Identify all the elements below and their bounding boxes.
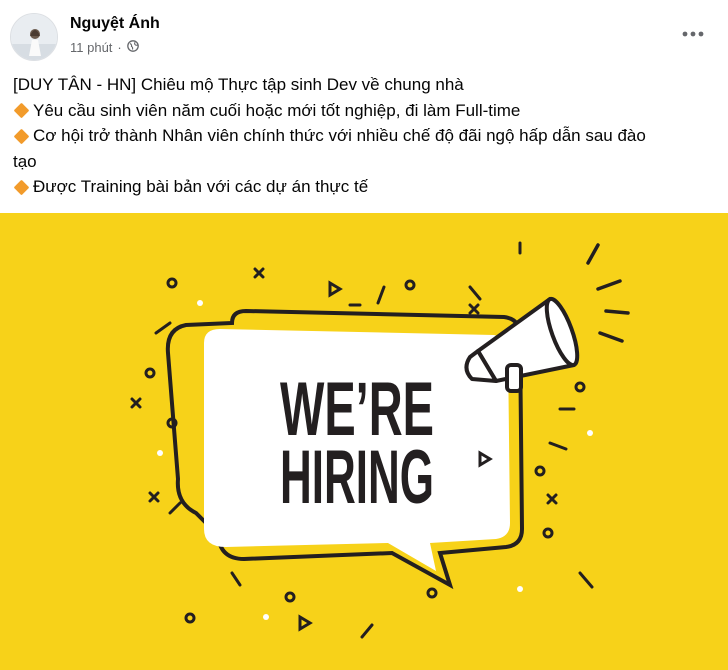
- orange-diamond-icon: [13, 128, 30, 144]
- meta-separator: ·: [117, 40, 122, 55]
- post-line-opportunity: Cơ hội trở thành Nhân viên chính thức vớ…: [13, 123, 713, 149]
- post-line-requirement: Yêu cầu sinh viên năm cuối hoặc mới tốt …: [13, 98, 713, 124]
- orange-diamond-icon: [13, 102, 30, 119]
- hiring-illustration: WE’RE HIRING: [0, 213, 728, 670]
- author-avatar[interactable]: [10, 13, 58, 61]
- requirement-text: Yêu cầu sinh viên năm cuối hoặc mới tốt …: [33, 100, 521, 120]
- more-horizontal-icon[interactable]: [678, 22, 708, 46]
- post-header: Nguyệt Ánh 11 phút ·: [0, 0, 728, 70]
- post-image[interactable]: WE’RE HIRING: [0, 213, 728, 670]
- post-meta: 11 phút ·: [70, 40, 139, 55]
- post-line-opportunity-cont: tạo: [13, 151, 37, 171]
- globe-icon[interactable]: [126, 40, 139, 55]
- post-line-title: [DUY TÂN - HN] Chiêu mộ Thực tập sinh De…: [13, 75, 464, 94]
- opportunity-text: Cơ hội trở thành Nhân viên chính thức vớ…: [33, 126, 646, 145]
- avatar-photo: [11, 14, 57, 60]
- post-time[interactable]: 11 phút: [70, 40, 112, 55]
- post-card: Nguyệt Ánh 11 phút · [DUY TÂN - HN] Chiê…: [0, 0, 728, 670]
- post-message: [DUY TÂN - HN] Chiêu mộ Thực tập sinh De…: [13, 72, 713, 200]
- author-name[interactable]: Nguyệt Ánh: [70, 15, 160, 33]
- training-text: Được Training bài bản với các dự án thực…: [33, 177, 369, 196]
- post-line-training: Được Training bài bản với các dự án thực…: [13, 174, 713, 200]
- orange-diamond-icon: [13, 179, 30, 195]
- headline-hiring: HIRING: [280, 435, 434, 520]
